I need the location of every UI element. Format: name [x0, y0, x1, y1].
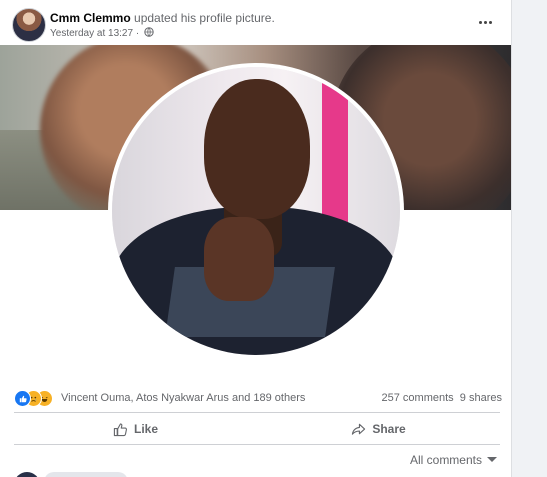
comments-filter-dropdown[interactable]: All comments	[410, 453, 497, 467]
post-timestamp[interactable]: Yesterday at 13:27	[50, 28, 133, 39]
reactions-summary: Vincent Ouma, Atos Nyakwar Arus and 189 …	[14, 389, 502, 407]
post-card: Cmm Clemmo updated his profile picture. …	[0, 0, 512, 477]
like-button[interactable]: Like	[14, 416, 257, 442]
post-title-line: Cmm Clemmo updated his profile picture.	[50, 11, 275, 25]
like-icon[interactable]	[14, 390, 31, 407]
share-arrow-icon	[352, 423, 366, 435]
engagement-counts: 257 comments 9 shares	[382, 392, 502, 404]
share-label: Share	[372, 422, 406, 436]
shares-count[interactable]: 9 shares	[460, 392, 502, 404]
author-avatar[interactable]	[12, 8, 46, 42]
chevron-down-icon	[487, 457, 497, 462]
comments-count[interactable]: 257 comments	[382, 392, 454, 404]
commenter-avatar[interactable]	[14, 472, 40, 477]
divider	[14, 444, 500, 445]
post-meta: Yesterday at 13:27 ·	[50, 27, 154, 39]
more-dots-icon	[478, 20, 482, 24]
globe-icon	[144, 27, 154, 37]
profile-picture[interactable]	[112, 67, 400, 355]
like-label: Like	[133, 422, 158, 436]
post-header: Cmm Clemmo updated his profile picture. …	[12, 8, 502, 42]
divider	[14, 412, 500, 413]
share-button[interactable]: Share	[257, 416, 500, 442]
thumbs-up-icon	[113, 422, 127, 436]
more-options-button[interactable]	[474, 14, 496, 30]
comment-bubble	[44, 472, 128, 477]
author-name[interactable]: Cmm Clemmo	[50, 11, 131, 25]
post-actions: Like Share	[14, 416, 500, 442]
meta-separator: ·	[135, 28, 140, 39]
reactors-list[interactable]: Vincent Ouma, Atos Nyakwar Arus and 189 …	[61, 392, 305, 404]
post-action-text: updated his profile picture.	[134, 11, 275, 25]
comments-filter-label: All comments	[409, 453, 482, 467]
